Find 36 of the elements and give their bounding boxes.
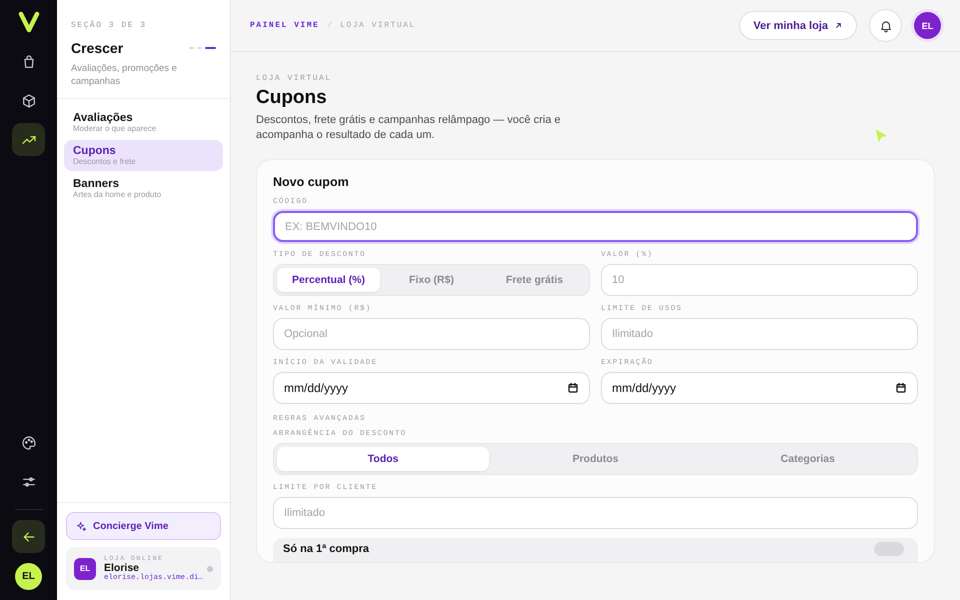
section-label: SEÇÃO 3 DE 3	[71, 21, 147, 30]
sparkle-icon	[76, 520, 87, 532]
toggle-label: Só na 1ª compra	[283, 543, 369, 555]
breadcrumb-current: LOJA VIRTUAL	[340, 21, 416, 30]
bell-icon	[878, 18, 892, 32]
external-arrow-icon	[834, 21, 843, 30]
palette-icon	[20, 434, 36, 450]
date-field[interactable]: mm/dd/yyyy	[273, 372, 590, 404]
view-store-button[interactable]: Ver minha loja	[739, 11, 857, 40]
date-field[interactable]: mm/dd/yyyy	[601, 372, 918, 404]
page-description: Descontos, frete grátis e campanhas relâmpago — você cria e acompanha o resultado de cada um.	[256, 113, 562, 143]
logo-icon	[16, 10, 40, 34]
breadcrumb-link[interactable]: PAINEL VIME	[250, 21, 320, 30]
section-description: Avaliações, promoções e campanhas	[71, 62, 178, 88]
section-title: Crescer	[71, 40, 124, 56]
segment-option[interactable]: Todos	[277, 447, 490, 471]
page-title: Cupons	[256, 87, 327, 109]
form-title: Novo cupom	[273, 175, 349, 189]
calendar-icon	[567, 382, 579, 394]
concierge-button[interactable]: Concierge Vime	[66, 512, 221, 540]
user-avatar[interactable]: EL	[914, 12, 941, 39]
segment-option[interactable]: Percentual (%)	[277, 268, 380, 292]
sidebar-item[interactable]: Avaliações Moderar o que aparece	[64, 107, 223, 138]
user-avatar[interactable]: EL	[15, 563, 42, 590]
store-avatar: EL	[74, 558, 96, 580]
page-eyebrow: LOJA VIRTUAL	[256, 74, 332, 83]
calendar-icon	[895, 382, 907, 394]
cube-icon	[20, 92, 36, 108]
breadcrumb-separator: /	[327, 21, 332, 30]
sidebar-item[interactable]: Banners Artes da home e produto	[64, 173, 223, 204]
nav-rail-button[interactable]	[12, 123, 45, 156]
back-button[interactable]	[12, 520, 45, 553]
input-field[interactable]: EX: BEMVINDO10	[273, 211, 918, 242]
store-name: Elorise	[104, 562, 140, 574]
notifications-button[interactable]	[869, 9, 902, 42]
sidebar-item[interactable]: Cupons Descontos e frete	[64, 140, 223, 171]
